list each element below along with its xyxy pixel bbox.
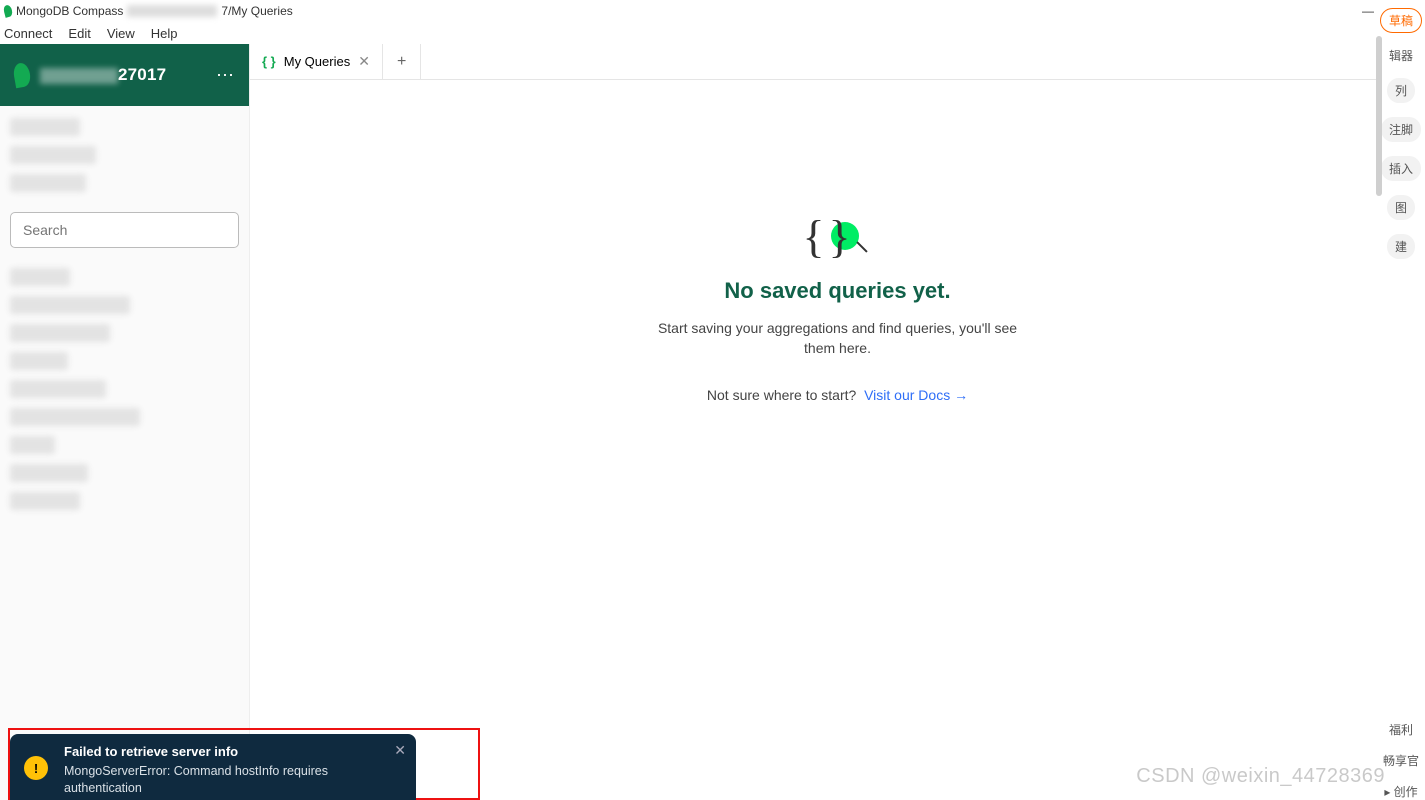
titlebar-path: 7/My Queries [221, 4, 292, 18]
empty-state: { } No saved queries yet. Start saving y… [250, 80, 1425, 800]
menu-help[interactable]: Help [151, 26, 178, 41]
mongodb-leaf-icon [12, 62, 32, 88]
empty-subtext: Start saving your aggregations and find … [648, 318, 1028, 359]
connection-menu-icon[interactable]: ⋯ [216, 65, 235, 86]
empty-heading: No saved queries yet. [724, 278, 950, 304]
sidebar-item-redacted[interactable] [10, 380, 106, 398]
toast-title: Failed to retrieve server info [64, 744, 402, 759]
sidebar-item-redacted[interactable] [10, 436, 55, 454]
sidebar-item-redacted[interactable] [10, 492, 80, 510]
empty-docs-line: Not sure where to start? Visit our Docs … [707, 387, 968, 403]
empty-illustration: { } [803, 210, 873, 260]
empty-prompt: Not sure where to start? [707, 387, 856, 403]
side-label: 福利 [1389, 721, 1413, 738]
side-pill[interactable]: 图 [1387, 195, 1415, 220]
sidebar-item-redacted[interactable] [10, 352, 68, 370]
warning-icon: ! [24, 756, 48, 780]
sidebar-header[interactable]: 27017 ⋯ [0, 44, 249, 106]
window-titlebar: MongoDB Compass 7/My Queries — ✕ [0, 0, 1425, 22]
main-area: { } My Queries ✕ + { } No saved queries … [250, 44, 1425, 800]
menu-edit[interactable]: Edit [68, 26, 90, 41]
sidebar-item-redacted[interactable] [10, 296, 130, 314]
titlebar-host-redacted [127, 5, 217, 17]
side-pill[interactable]: 注脚 [1381, 117, 1421, 142]
minimize-button[interactable]: — [1361, 4, 1375, 18]
side-pill-draft[interactable]: 草稿 [1380, 8, 1422, 33]
visit-docs-link[interactable]: Visit our Docs → [864, 387, 968, 403]
host-redacted [40, 68, 118, 84]
sidebar-item-redacted[interactable] [10, 146, 96, 164]
sidebar-item-redacted[interactable] [10, 268, 70, 286]
toast-message: MongoServerError: Command hostInfo requi… [64, 763, 402, 797]
side-label: 畅享官 [1383, 752, 1419, 769]
magnifier-handle-icon [856, 241, 867, 252]
sidebar-item-redacted[interactable] [10, 118, 80, 136]
mongodb-leaf-icon [3, 4, 14, 18]
tab-label: My Queries [284, 54, 350, 69]
sidebar-body [0, 106, 249, 522]
external-side-panel: 草稿 辑器 列 注脚 插入 图 建 福利 畅享官 ▸ 创作 [1377, 0, 1425, 800]
sidebar-item-redacted[interactable] [10, 464, 88, 482]
side-pill[interactable]: 插入 [1381, 156, 1421, 181]
sidebar-item-redacted[interactable] [10, 174, 86, 192]
menu-view[interactable]: View [107, 26, 135, 41]
braces-icon: { } [262, 54, 276, 69]
close-tab-icon[interactable]: ✕ [358, 53, 370, 70]
toast-highlight-box: ! Failed to retrieve server info MongoSe… [8, 728, 480, 800]
menu-connect[interactable]: Connect [4, 26, 52, 41]
menubar: Connect Edit View Help [0, 22, 1425, 44]
connection-host: 27017 [40, 65, 206, 85]
external-scrollbar[interactable] [1376, 36, 1382, 196]
side-label[interactable]: ▸ 创作 [1384, 783, 1417, 800]
tabbar: { } My Queries ✕ + [250, 44, 1425, 80]
sidebar-item-redacted[interactable] [10, 408, 140, 426]
app-name: MongoDB Compass [16, 4, 123, 18]
side-pill[interactable]: 列 [1387, 78, 1415, 103]
error-toast: ! Failed to retrieve server info MongoSe… [10, 734, 416, 800]
side-label: 辑器 [1389, 47, 1413, 64]
sidebar: 27017 ⋯ [0, 44, 250, 800]
tab-my-queries[interactable]: { } My Queries ✕ [250, 44, 383, 79]
search-input[interactable] [10, 212, 239, 248]
toast-close-icon[interactable]: ✕ [394, 742, 406, 759]
new-tab-button[interactable]: + [383, 44, 421, 79]
side-pill[interactable]: 建 [1387, 234, 1415, 259]
search-box [10, 212, 239, 248]
sidebar-item-redacted[interactable] [10, 324, 110, 342]
